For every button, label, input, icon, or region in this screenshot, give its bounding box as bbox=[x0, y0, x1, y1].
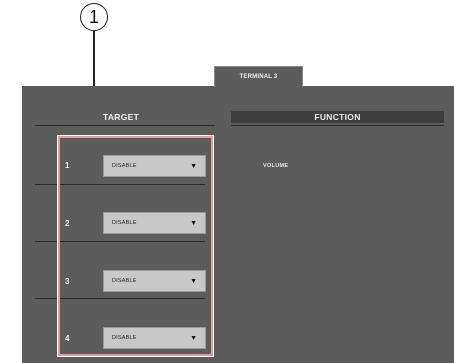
function-column-header: FUNCTION bbox=[231, 111, 444, 123]
function-value-1: VOLUME bbox=[263, 163, 289, 169]
highlight-box bbox=[57, 135, 214, 357]
header-divider-left bbox=[35, 125, 215, 126]
tab-label: TERMINAL 3 bbox=[239, 74, 278, 80]
callout-marker: 1 bbox=[80, 3, 108, 31]
callout-number: 1 bbox=[88, 6, 99, 27]
tab-terminal-3[interactable]: TERMINAL 3 bbox=[214, 66, 303, 87]
target-column-header: TARGET bbox=[103, 112, 140, 122]
function-header-label: FUNCTION bbox=[314, 112, 361, 122]
header-divider-right bbox=[231, 125, 444, 126]
